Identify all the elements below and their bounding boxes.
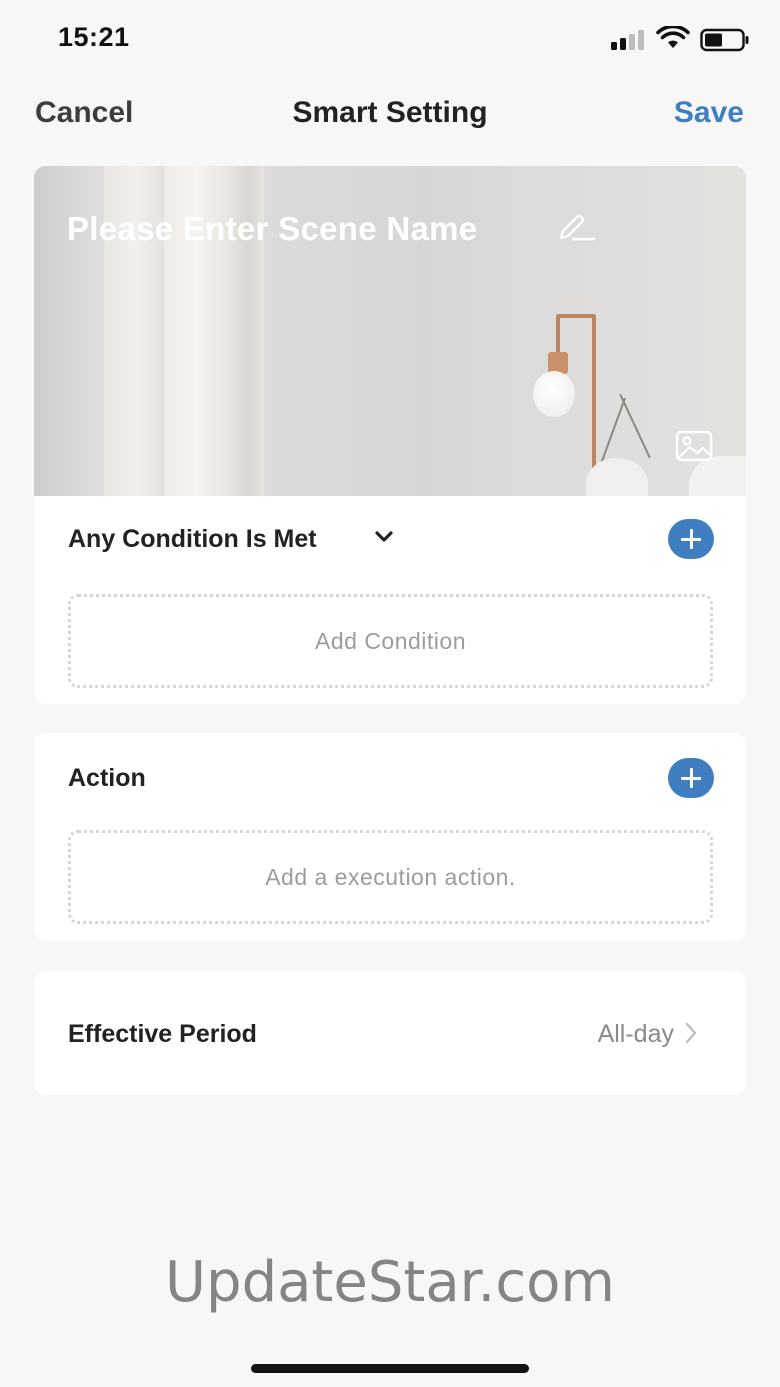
image-icon[interactable] bbox=[675, 430, 713, 462]
add-action-box[interactable]: Add a execution action. bbox=[68, 830, 713, 924]
condition-mode-selector[interactable]: Any Condition Is Met bbox=[68, 525, 317, 554]
status-bar: 15:21 bbox=[0, 0, 780, 80]
nav-bar: Smart Setting Cancel Save bbox=[0, 80, 780, 150]
wifi-icon bbox=[656, 26, 690, 48]
battery-icon bbox=[700, 28, 749, 52]
chevron-down-icon[interactable] bbox=[374, 530, 394, 544]
action-card: Action Add a execution action. bbox=[34, 733, 746, 941]
home-indicator bbox=[251, 1364, 529, 1373]
chevron-right-icon bbox=[685, 1022, 697, 1044]
status-time: 15:21 bbox=[58, 22, 130, 52]
banner-decoration bbox=[533, 371, 575, 417]
add-action-button[interactable] bbox=[668, 758, 714, 798]
effective-period-row[interactable]: Effective Period All-day bbox=[34, 971, 746, 1095]
add-condition-box[interactable]: Add Condition bbox=[68, 594, 713, 688]
scene-name-input[interactable]: Please Enter Scene Name bbox=[67, 210, 477, 248]
save-button[interactable]: Save bbox=[674, 96, 744, 130]
effective-period-value: All-day bbox=[597, 1020, 674, 1048]
cancel-button[interactable]: Cancel bbox=[35, 96, 133, 130]
condition-card: Any Condition Is Met Add Condition bbox=[34, 496, 746, 704]
effective-period-label: Effective Period bbox=[68, 1020, 257, 1048]
banner-decoration bbox=[556, 314, 596, 318]
add-condition-button[interactable] bbox=[668, 519, 714, 559]
banner-decoration bbox=[586, 458, 648, 496]
banner-decoration bbox=[689, 456, 746, 496]
action-title: Action bbox=[68, 764, 146, 792]
add-condition-label: Add Condition bbox=[315, 627, 466, 654]
banner-decoration bbox=[600, 397, 626, 465]
scene-cover-image[interactable]: Please Enter Scene Name bbox=[34, 166, 746, 496]
signal-icon bbox=[611, 30, 649, 50]
add-action-label: Add a execution action. bbox=[265, 863, 516, 890]
banner-decoration bbox=[619, 393, 651, 459]
pencil-icon[interactable] bbox=[558, 212, 596, 242]
watermark: UpdateStar.com bbox=[165, 1250, 615, 1315]
